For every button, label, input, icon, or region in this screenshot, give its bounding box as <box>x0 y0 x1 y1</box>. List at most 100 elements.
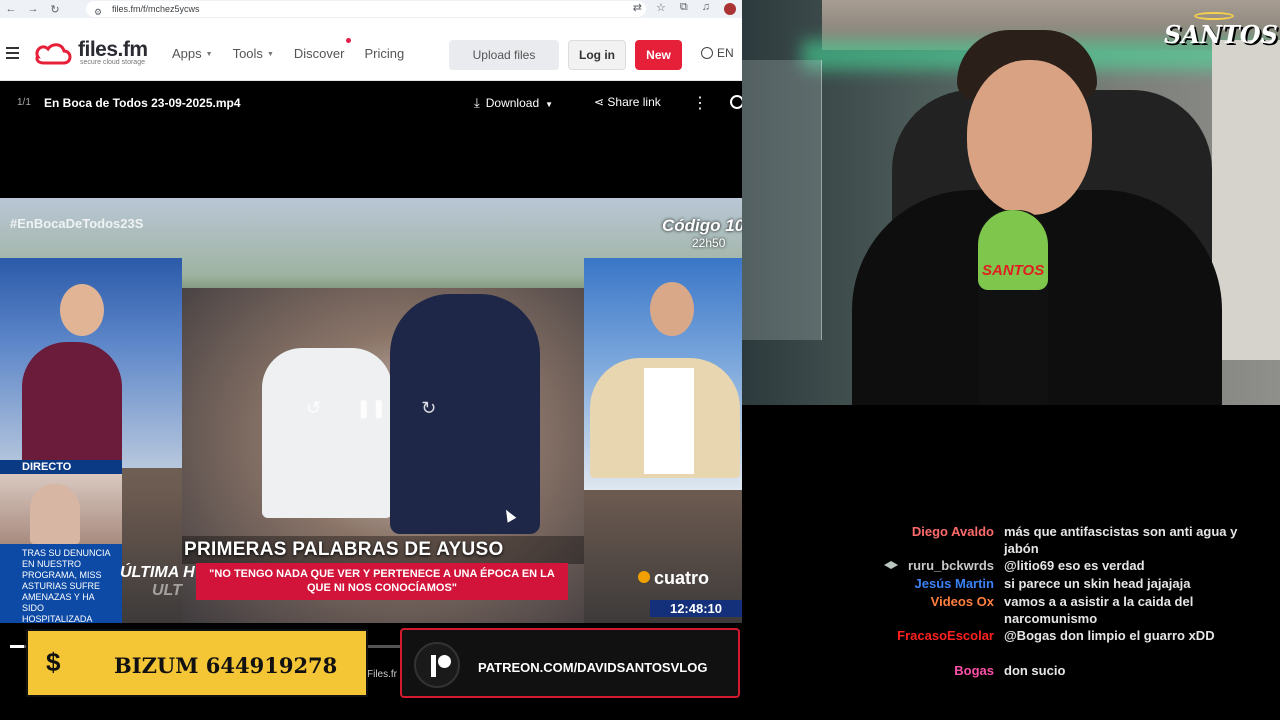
back-icon[interactable]: ← <box>4 3 18 15</box>
file-name: En Boca de Todos 23-09-2025.mp4 <box>44 96 241 110</box>
chat-username-text: Bogas <box>954 663 994 678</box>
globe-icon <box>701 47 713 59</box>
download-icon: ⤓ <box>474 95 480 110</box>
file-counter: 1/1 <box>17 97 31 108</box>
address-bar[interactable]: ⚙ files.fm/f/mchez5ycws <box>86 1 646 17</box>
files-label: Files.fr <box>367 669 397 680</box>
menu-discover[interactable]: Discover <box>293 38 352 61</box>
chat-username[interactable]: Bogas <box>954 662 994 679</box>
live-chat: Diego Avaldo más que antifascistas son an… <box>742 405 1280 720</box>
media-icon[interactable]: ♫ <box>702 1 710 15</box>
forward-icon[interactable]: → <box>26 3 40 15</box>
notification-dot <box>346 38 352 43</box>
video-player[interactable]: #EnBocaDeTodos23S Código 10 22h50 DIRECT… <box>0 198 742 623</box>
chat-message-text: si parece un skin head jajajaja <box>1004 576 1191 591</box>
chat-message-text: @litio69 eso es verdad <box>1004 558 1145 573</box>
chat-username[interactable]: Diego Avaldo <box>912 523 994 540</box>
language-selector[interactable]: EN <box>701 46 734 60</box>
mic-brand-label: SANTOS <box>982 262 1045 279</box>
show-time: 22h50 <box>692 236 726 250</box>
profile-avatar[interactable] <box>724 3 736 15</box>
channel-logo-icon <box>638 571 650 583</box>
ultima-hora-label-2: ULT <box>152 582 182 599</box>
bookmark-star-icon[interactable]: ☆ <box>656 1 666 15</box>
logo-subtitle: secure cloud storage <box>80 59 145 66</box>
cam-shelf <box>742 60 822 340</box>
chevron-down-icon: ▼ <box>545 100 554 109</box>
reload-icon[interactable]: ↻ <box>48 3 62 16</box>
chat-username-text: Diego Avaldo <box>911 524 994 539</box>
video-progress-fill <box>10 645 25 648</box>
halo-icon <box>1194 12 1234 20</box>
menu-discover-label: Discover <box>293 46 345 61</box>
share-icon: ⋖ <box>594 95 608 109</box>
upload-files-button[interactable]: Upload files <box>449 40 559 70</box>
browser-toolbar: ← → ↻ ⚙ files.fm/f/mchez5ycws ⇄ ☆ ⧉ ♫ <box>0 0 742 18</box>
chat-username[interactable]: FracasoEscolar <box>897 627 994 644</box>
bizum-text: BIZUM 644919278 <box>114 653 338 678</box>
chat-message-text: más que antifascistas son anti agua y ja… <box>1004 524 1238 556</box>
ultima-hora-label: ÚLTIMA H <box>120 564 195 581</box>
browser-window: ← → ↻ ⚙ files.fm/f/mchez5ycws ⇄ ☆ ⧉ ♫ fi… <box>0 0 742 720</box>
browser-actions: ⇄ ☆ ⧉ ♫ <box>633 1 736 15</box>
patreon-banner: PATREON.COM/DAVIDSANTOSVLOG <box>400 628 740 698</box>
channel-watermark: SANTOS <box>1164 20 1278 49</box>
more-options-icon[interactable]: ⋮ <box>692 93 708 113</box>
video-left-panel <box>0 258 182 472</box>
chat-message-text: @Bogas don limpio el guarro xDD <box>1004 628 1215 643</box>
menu-pricing-label: Pricing <box>364 46 405 61</box>
chat-username-text: ruru_bckwrds <box>908 558 994 573</box>
bizum-banner: $ BIZUM 644919278 <box>26 629 368 697</box>
video-right-panel <box>584 258 742 490</box>
info-icon[interactable] <box>730 95 742 109</box>
site-header: files.fm secure cloud storage Apps ▼ Tool… <box>0 18 742 81</box>
forward-10-icon[interactable]: ↻ <box>421 398 436 419</box>
chat-message-text: vamos a a asistir a la caida del narcomu… <box>1004 594 1194 626</box>
show-logo: Código 10 <box>662 216 742 235</box>
live-inset <box>0 474 122 544</box>
chat-message-text: don sucio <box>1004 663 1066 678</box>
language-label: EN <box>717 46 734 60</box>
chat-username[interactable]: Jesús Martin <box>915 575 994 592</box>
menu-tools-label: Tools <box>232 46 263 61</box>
presenter-right-shirt <box>644 368 694 474</box>
extensions-icon[interactable]: ⧉ <box>680 1 688 15</box>
chat-username[interactable]: Videos Ox <box>931 593 994 610</box>
rewind-10-icon[interactable]: ↺ <box>306 398 321 419</box>
diamond-badge-icon <box>884 561 899 569</box>
video-quote: "NO TENGO NADA QUE VER Y PERTENECE A UNA… <box>196 563 568 600</box>
menu-pricing[interactable]: Pricing <box>364 46 404 61</box>
video-hashtag: #EnBocaDeTodos23S <box>10 216 144 231</box>
menu-apps[interactable]: Apps ▼ <box>172 46 213 61</box>
webcam-feed: SANTOS SANTOS <box>742 0 1280 405</box>
streamer-head <box>967 60 1092 215</box>
chat-username-text: FracasoEscolar <box>897 628 994 643</box>
chat-username-text: Jesús Martin <box>914 576 994 591</box>
new-button[interactable]: New <box>635 40 682 70</box>
video-person-white-shirt <box>262 348 392 518</box>
file-toolbar: 1/1 En Boca de Todos 23-09-2025.mp4 ⤓ Dow… <box>0 81 742 125</box>
hamburger-menu-icon[interactable] <box>6 47 19 62</box>
download-button[interactable]: ⤓ Download ▼ <box>474 95 553 111</box>
channel-logo: cuatro <box>638 568 709 589</box>
chat-username[interactable]: ruru_bckwrds <box>884 557 994 574</box>
menu-tools[interactable]: Tools ▼ <box>233 46 274 61</box>
share-link-button[interactable]: ⋖ Share link <box>594 95 661 109</box>
patreon-text: PATREON.COM/DAVIDSANTOSVLOG <box>478 660 708 675</box>
url-text: files.fm/f/mchez5ycws <box>112 4 200 14</box>
presenter-left-head <box>60 284 104 336</box>
login-button[interactable]: Log in <box>568 40 626 70</box>
presenter-right-head <box>650 282 694 336</box>
menu-apps-label: Apps <box>172 46 202 61</box>
stream-layout: ← → ↻ ⚙ files.fm/f/mchez5ycws ⇄ ☆ ⧉ ♫ fi… <box>0 0 1280 720</box>
inset-caption: TRAS SU DENUNCIA EN NUESTRO PROGRAMA, MI… <box>0 544 122 623</box>
share-label: Share link <box>607 95 661 109</box>
translate-icon[interactable]: ⇄ <box>633 1 642 15</box>
broadcast-clock: 12:48:10 <box>650 600 742 617</box>
chat-username-text: Videos Ox <box>930 594 994 609</box>
chevron-down-icon: ▼ <box>205 51 213 59</box>
pause-icon[interactable]: ❚❚ <box>356 398 386 419</box>
video-headline: PRIMERAS PALABRAS DE AYUSO <box>184 539 504 560</box>
chevron-down-icon: ▼ <box>266 51 274 59</box>
directo-badge: DIRECTO <box>0 460 122 474</box>
